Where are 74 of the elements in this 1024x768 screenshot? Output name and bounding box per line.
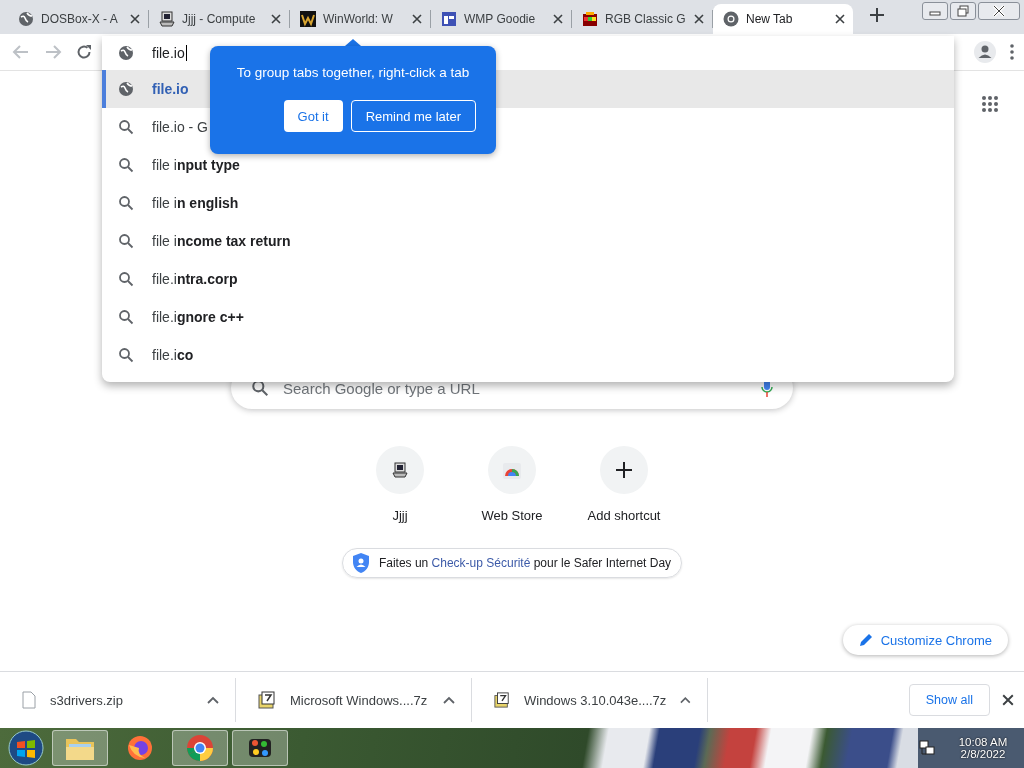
got-it-button[interactable]: Got it [283, 100, 343, 132]
promo-text: Faites un Check-up Sécurité pour le Safer Internet Day [378, 556, 672, 570]
apps-grid-icon[interactable] [981, 95, 999, 113]
download-item[interactable]: s3drivers.zip [0, 678, 236, 722]
search-icon [118, 157, 134, 173]
caret-icon[interactable] [207, 696, 219, 704]
suggestion-item[interactable]: file.intra.corp [102, 260, 242, 298]
minimize-icon[interactable] [922, 2, 948, 20]
search-icon [118, 195, 134, 211]
new-tab-icon[interactable] [870, 8, 884, 22]
network-icon[interactable] [918, 739, 936, 757]
close-icon[interactable] [694, 14, 704, 24]
show-all-button[interactable]: Show all [908, 684, 990, 716]
search-icon [118, 233, 134, 249]
pencil-icon [858, 633, 873, 647]
chrome-icon [723, 11, 739, 27]
store-icon [502, 460, 522, 480]
computer-icon [159, 11, 175, 27]
shortcut-tile[interactable]: Add shortcut [568, 446, 680, 523]
close-icon[interactable] [978, 2, 1020, 20]
menu-icon[interactable] [1010, 44, 1014, 60]
close-icon[interactable] [553, 14, 563, 24]
profile-icon[interactable] [974, 41, 996, 63]
suggestion-item[interactable]: file.ignore c++ [102, 298, 248, 336]
shortcut-tile[interactable]: Jjjj [344, 446, 456, 523]
add-icon [616, 462, 632, 478]
search-icon [118, 309, 134, 325]
caret-icon[interactable] [680, 696, 691, 704]
search-icon [118, 271, 134, 287]
computer-icon [392, 462, 408, 478]
close-icon[interactable] [1002, 694, 1014, 706]
promo-link[interactable]: Check-up Sécurité [431, 556, 531, 570]
file-icon [22, 691, 36, 709]
restore-icon[interactable] [950, 2, 976, 20]
suggestion-item[interactable]: file income tax return [102, 222, 295, 260]
address-field[interactable]: file.io [152, 45, 187, 61]
reload-icon[interactable] [76, 44, 92, 60]
chrome-icon [186, 734, 214, 762]
logo-icon [300, 11, 316, 27]
taskbar-button[interactable] [232, 730, 288, 766]
search-icon [251, 379, 269, 397]
close-icon[interactable] [835, 14, 845, 24]
colors-icon [582, 11, 598, 27]
search-icon [118, 347, 134, 363]
remind-later-button[interactable]: Remind me later [350, 100, 476, 132]
globe-icon [118, 81, 134, 97]
browser-tab[interactable]: WMP Goodie [431, 4, 571, 34]
archive-icon [494, 691, 510, 709]
customize-chrome-button[interactable]: Customize Chrome [842, 625, 1008, 655]
browser-tab[interactable]: New Tab [713, 4, 853, 34]
close-icon[interactable] [130, 14, 140, 24]
suggestion-item[interactable]: file.ico [102, 336, 198, 374]
download-item[interactable]: Microsoft Windows....7z [236, 678, 472, 722]
shortcut-tile[interactable]: Web Store [456, 446, 568, 523]
archive-icon [258, 691, 276, 709]
window-icon [441, 11, 457, 27]
firefox-icon [127, 735, 153, 761]
browser-tab[interactable]: DOSBox-X - A [8, 4, 148, 34]
download-item[interactable]: Windows 3.10.043e....7z [472, 678, 708, 722]
close-icon[interactable] [271, 14, 281, 24]
site-icon [118, 45, 134, 61]
suggestion-item[interactable]: file input type [102, 146, 244, 184]
clock[interactable]: 10:08 AM 2/8/2022 [950, 736, 1016, 760]
globe-icon [18, 11, 34, 27]
browser-tab[interactable]: RGB Classic G [572, 4, 712, 34]
search-icon [118, 119, 134, 135]
start-button[interactable] [8, 730, 44, 766]
browser-tab[interactable]: WinWorld: W [290, 4, 430, 34]
suggestion-item[interactable]: file in english [102, 184, 243, 222]
browser-tab[interactable]: Jjjj - Compute [149, 4, 289, 34]
close-icon[interactable] [412, 14, 422, 24]
suggestion-item[interactable]: file.io - G [102, 108, 212, 146]
shield-icon [352, 553, 369, 573]
caret-icon[interactable] [443, 696, 455, 704]
